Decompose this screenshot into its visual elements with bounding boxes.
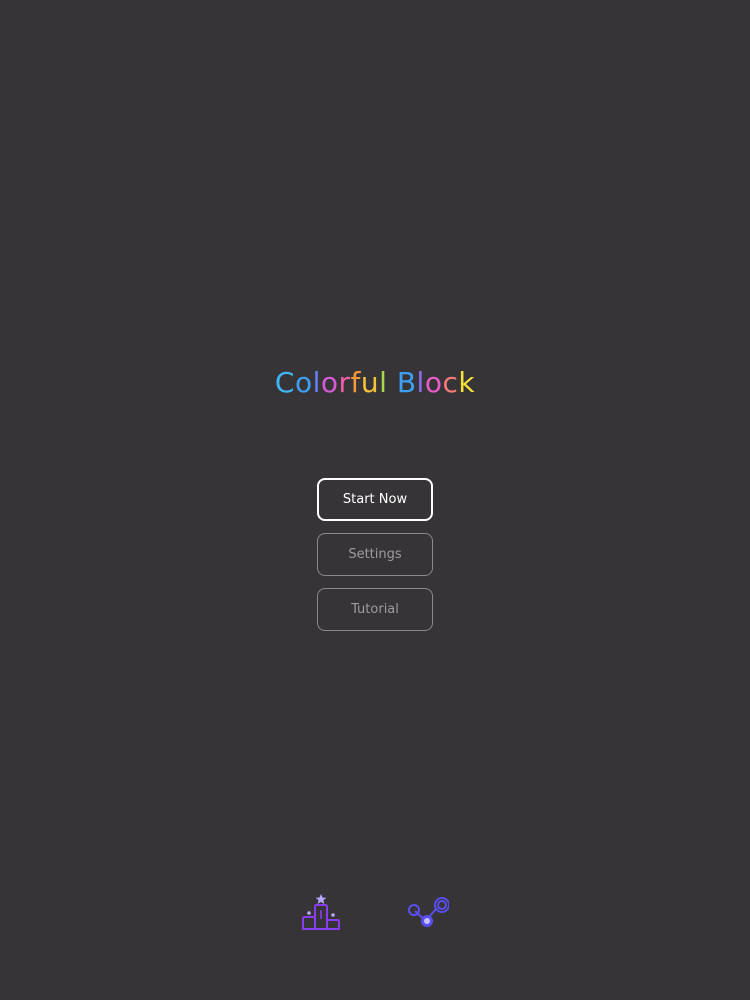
leaderboard-button[interactable] xyxy=(299,892,343,936)
title-letter: o xyxy=(424,366,443,399)
settings-label: Settings xyxy=(348,547,402,562)
title-letter: l xyxy=(416,366,425,399)
main-menu: Start Now Settings Tutorial xyxy=(317,478,433,643)
title-letter xyxy=(387,366,396,399)
start-now-label: Start Now xyxy=(342,492,408,507)
share-button[interactable] xyxy=(405,892,450,936)
title-letter: o xyxy=(320,366,339,399)
title-letter: u xyxy=(360,366,380,399)
game-title: Colorful Block xyxy=(0,366,750,399)
title-letter: B xyxy=(396,366,417,399)
title-letter: f xyxy=(350,366,361,399)
title-letter: o xyxy=(294,366,313,399)
tutorial-button[interactable]: Tutorial xyxy=(317,588,433,631)
title-letter: k xyxy=(458,366,476,399)
title-letter: r xyxy=(338,366,351,399)
tutorial-label: Tutorial xyxy=(351,602,399,617)
main-menu-screen: Colorful Block Start Now Settings Tutori… xyxy=(0,0,750,1000)
title-letter: l xyxy=(312,366,321,399)
podium-icon xyxy=(302,894,340,930)
start-now-button[interactable]: Start Now xyxy=(317,478,433,521)
title-letter: l xyxy=(379,366,388,399)
title-letter: c xyxy=(442,366,459,399)
share-icon xyxy=(408,897,450,927)
title-letter: C xyxy=(274,366,295,399)
settings-button[interactable]: Settings xyxy=(317,533,433,576)
